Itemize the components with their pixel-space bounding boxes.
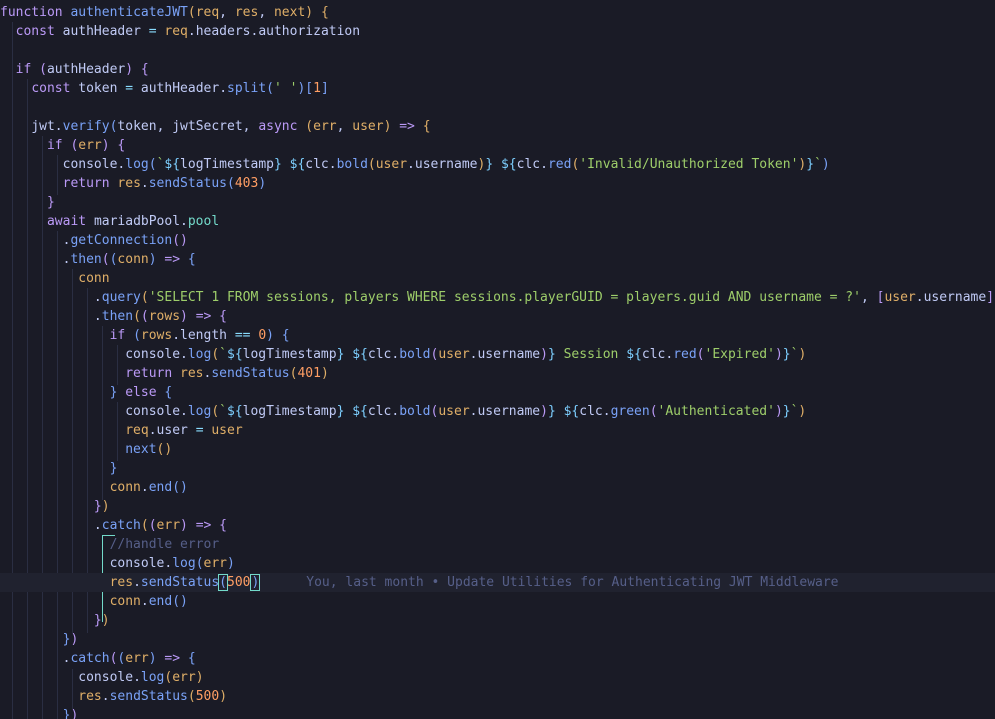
code-line[interactable]: return res.sendStatus(401) <box>0 364 995 383</box>
code-line[interactable]: } <box>0 193 995 212</box>
git-blame-annotation: You, last month • Update Utilities for A… <box>306 575 839 590</box>
code-line[interactable]: console.log(err) <box>0 554 995 573</box>
code-line[interactable]: await mariadbPool.pool <box>0 212 995 231</box>
code-line[interactable]: .then((conn) => { <box>0 250 995 269</box>
code-line[interactable]: if (rows.length == 0) { <box>0 326 995 345</box>
code-line[interactable]: }) <box>0 630 995 649</box>
code-line[interactable]: } <box>0 459 995 478</box>
code-line[interactable]: }) <box>0 706 995 719</box>
code-line[interactable]: return res.sendStatus(403) <box>0 174 995 193</box>
code-line[interactable]: if (err) { <box>0 136 995 155</box>
code-line[interactable]: res.sendStatus(500) <box>0 687 995 706</box>
code-line[interactable]: const authHeader = req.headers.authoriza… <box>0 22 995 41</box>
code-line[interactable]: }) <box>0 611 995 630</box>
code-line[interactable]: console.log(`${logTimestamp} ${clc.bold(… <box>0 345 995 364</box>
current-code-line[interactable]: res.sendStatus(500) You, last month • Up… <box>0 573 995 592</box>
code-line[interactable]: console.log(`${logTimestamp} ${clc.bold(… <box>0 402 995 421</box>
code-line[interactable]: const token = authHeader.split(' ')[1] <box>0 79 995 98</box>
code-line[interactable]: //handle error <box>0 535 995 554</box>
code-line[interactable]: .query('SELECT 1 FROM sessions, players … <box>0 288 995 307</box>
code-line[interactable]: console.log(`${logTimestamp} ${clc.bold(… <box>0 155 995 174</box>
code-line[interactable]: function authenticateJWT(req, res, next)… <box>0 3 995 22</box>
code-line[interactable]: conn.end() <box>0 478 995 497</box>
code-line[interactable]: conn.end() <box>0 592 995 611</box>
code-line[interactable]: .catch((err) => { <box>0 516 995 535</box>
code-line[interactable]: } else { <box>0 383 995 402</box>
code-line[interactable]: }) <box>0 497 995 516</box>
code-line[interactable]: .then((rows) => { <box>0 307 995 326</box>
code-line[interactable]: next() <box>0 440 995 459</box>
code-line[interactable]: .getConnection() <box>0 231 995 250</box>
code-editor[interactable]: function authenticateJWT(req, res, next)… <box>0 0 995 719</box>
code-line[interactable]: if (authHeader) { <box>0 60 995 79</box>
code-line[interactable]: console.log(err) <box>0 668 995 687</box>
code-line[interactable]: req.user = user <box>0 421 995 440</box>
code-line[interactable]: .catch((err) => { <box>0 649 995 668</box>
code-line[interactable]: conn <box>0 269 995 288</box>
code-line[interactable]: jwt.verify(token, jwtSecret, async (err,… <box>0 117 995 136</box>
